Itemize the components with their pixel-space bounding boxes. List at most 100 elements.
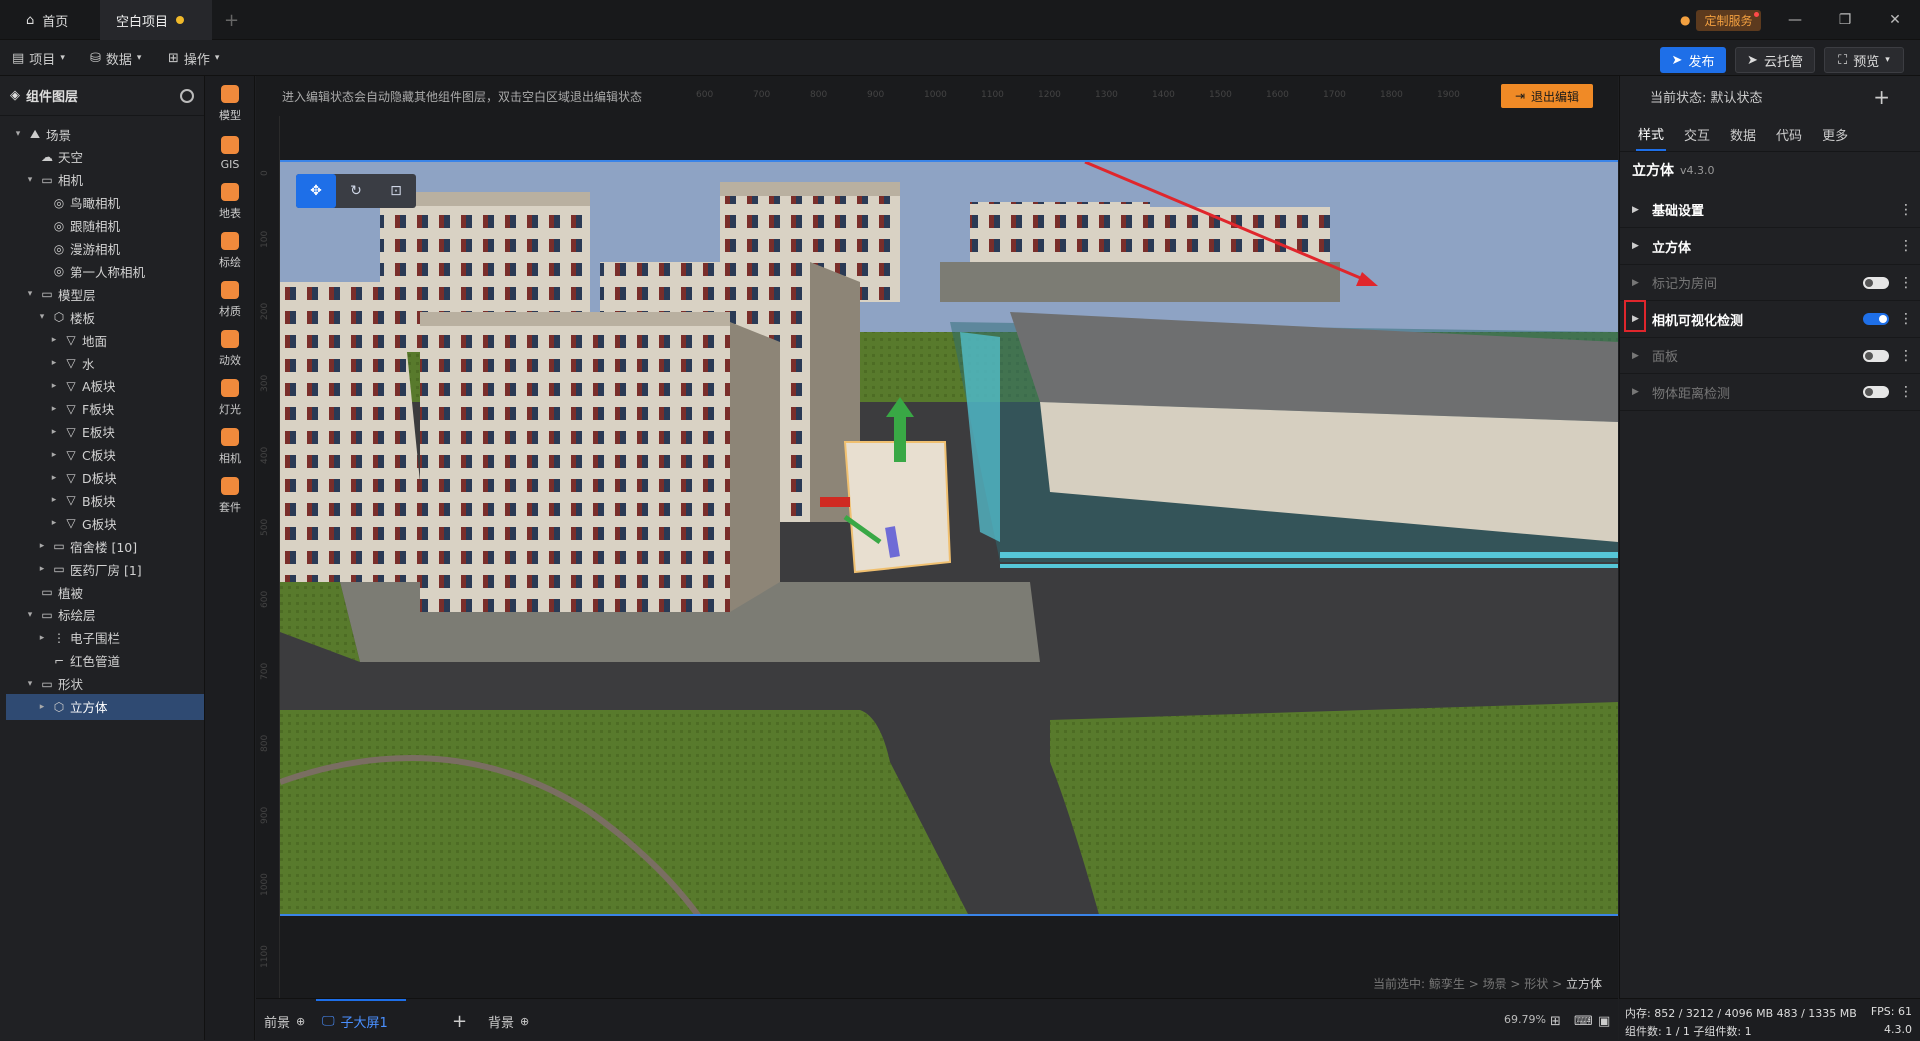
tool-item[interactable]: GIS: [205, 125, 255, 181]
property-section[interactable]: ▶ 面板 ⋮: [1620, 338, 1920, 374]
fullscreen-icon: ⛶: [1838, 52, 1848, 68]
property-section[interactable]: ▶ 物体距离检测 ⋮: [1620, 375, 1920, 411]
caret-right-icon[interactable]: ▶: [1632, 241, 1642, 251]
move-icon[interactable]: ✥: [296, 174, 336, 208]
more-icon[interactable]: ⋮: [1899, 384, 1913, 400]
caret-right-icon[interactable]: ▸: [48, 404, 60, 414]
caret-down-icon[interactable]: ▾: [12, 129, 24, 139]
property-section[interactable]: ▶ 基础设置 ⋮: [1620, 192, 1920, 228]
cloud-host-button[interactable]: ➤ 云托管: [1735, 47, 1815, 73]
preview-button[interactable]: ⛶ 预览 ▾: [1824, 47, 1904, 73]
tab-home[interactable]: ⌂ 首页: [10, 0, 110, 40]
add-circle-icon[interactable]: ⊕: [520, 1015, 529, 1028]
caret-right-icon[interactable]: ▸: [48, 358, 60, 368]
new-tab-button[interactable]: +: [212, 0, 252, 40]
tab-project[interactable]: 空白项目: [100, 0, 212, 40]
caret-right-icon[interactable]: ▸: [36, 564, 48, 574]
tool-item[interactable]: 套件: [205, 468, 255, 524]
more-icon[interactable]: ⋮: [1899, 275, 1913, 291]
caret-right-icon[interactable]: ▶: [1632, 278, 1642, 288]
caret-right-icon[interactable]: ▸: [48, 495, 60, 505]
tool-item[interactable]: 模型: [205, 76, 255, 132]
tab-sub-screen-label: 子大屏1: [340, 1015, 388, 1031]
exit-icon: ⇥: [1514, 89, 1526, 103]
property-section[interactable]: ▶ 标记为房间 ⋮: [1620, 265, 1920, 301]
camera-icon: ◎: [53, 241, 65, 256]
menu-data[interactable]: ⛁ 数据 ▾: [90, 48, 141, 68]
layer-item[interactable]: ▸ ⬡ 立方体: [6, 693, 204, 720]
terminal-icon[interactable]: ▣: [1598, 1009, 1610, 1033]
more-icon[interactable]: ⋮: [1899, 311, 1913, 327]
property-tabs: 样式 交互 数据 代码 更多: [1620, 116, 1920, 152]
add-circle-icon[interactable]: ⊕: [296, 1015, 305, 1028]
tab-data[interactable]: 数据: [1728, 117, 1758, 151]
minimize-icon[interactable]: —: [1785, 10, 1805, 30]
state-label[interactable]: 当前状态: 默认状态: [1650, 87, 1763, 106]
property-section[interactable]: ▶ 立方体 ⋮: [1620, 229, 1920, 265]
caret-right-icon[interactable]: ▶: [1632, 387, 1642, 397]
tab-style[interactable]: 样式: [1636, 117, 1667, 151]
caret-right-icon[interactable]: ▶: [1632, 351, 1642, 361]
caret-right-icon[interactable]: ▸: [48, 518, 60, 528]
caret-down-icon[interactable]: ▾: [24, 610, 36, 620]
tool-item[interactable]: 相机: [205, 419, 255, 475]
fit-icon[interactable]: ⊞: [1550, 1009, 1561, 1033]
section-toggle[interactable]: [1863, 349, 1889, 362]
publish-button[interactable]: ➤ 发布: [1660, 47, 1726, 73]
tool-item[interactable]: 灯光: [205, 370, 255, 426]
section-label: 物体距离检测: [1652, 386, 1731, 402]
canvas-area[interactable]: 进入编辑状态会自动隐藏其他组件图层，双击空白区域退出编辑状态 600 700 800…: [256, 76, 1618, 998]
close-icon[interactable]: ✕: [1885, 10, 1905, 30]
tab-interaction[interactable]: 交互: [1682, 117, 1712, 151]
tool-item[interactable]: 标绘: [205, 223, 255, 279]
menu-project[interactable]: ▤ 项目 ▾: [12, 48, 65, 68]
model-icon: ▽: [66, 470, 76, 485]
keyboard-icon[interactable]: ⌨: [1574, 1009, 1593, 1033]
tab-foreground[interactable]: 前景 ⊕: [264, 1009, 305, 1033]
rotate-icon[interactable]: ↻: [336, 174, 376, 208]
layer-item-label: G板块: [82, 516, 117, 532]
section-toggle[interactable]: [1863, 386, 1889, 398]
menu-operate[interactable]: ⊞ 操作 ▾: [168, 48, 219, 68]
tab-more[interactable]: 更多: [1820, 117, 1850, 151]
cloud-host-label: 云托管: [1763, 54, 1803, 70]
scale-icon[interactable]: ⊡: [376, 174, 416, 208]
3d-viewport[interactable]: [280, 160, 1618, 916]
more-icon[interactable]: ⋮: [1899, 238, 1913, 254]
caret-right-icon[interactable]: ▸: [48, 427, 60, 437]
camera-icon: ◎: [53, 218, 65, 233]
caret-right-icon[interactable]: ▸: [48, 450, 60, 460]
tab-background[interactable]: 背景 ⊕: [488, 1009, 529, 1033]
tool-item[interactable]: 材质: [205, 272, 255, 328]
custom-service[interactable]: ● 定制服务: [1680, 8, 1761, 32]
caret-right-icon[interactable]: ▸: [36, 633, 48, 643]
restore-icon[interactable]: ❐: [1835, 10, 1855, 30]
tab-code[interactable]: 代码: [1774, 117, 1804, 151]
add-state-icon[interactable]: +: [1873, 85, 1890, 109]
caret-down-icon[interactable]: ▾: [24, 289, 36, 299]
caret-right-icon[interactable]: ▸: [36, 702, 48, 712]
section-toggle[interactable]: [1863, 313, 1889, 325]
exit-edit-button[interactable]: ⇥ 退出编辑: [1501, 84, 1593, 108]
add-screen-button[interactable]: +: [452, 1009, 467, 1033]
tool-icon: [221, 477, 239, 495]
layer-item-label: 鸟瞰相机: [70, 196, 121, 212]
tool-item[interactable]: 动效: [205, 321, 255, 377]
search-icon[interactable]: [180, 88, 194, 103]
caret-right-icon[interactable]: ▸: [48, 473, 60, 483]
caret-down-icon[interactable]: ▾: [24, 175, 36, 185]
caret-right-icon[interactable]: ▸: [36, 541, 48, 551]
caret-down-icon[interactable]: ▾: [36, 312, 48, 322]
caret-down-icon[interactable]: ▾: [24, 679, 36, 689]
caret-right-icon[interactable]: ▶: [1632, 205, 1642, 215]
chevron-down-icon: ▾: [136, 53, 142, 63]
tool-item[interactable]: 地表: [205, 174, 255, 230]
tab-sub-screen[interactable]: 🖵 子大屏1: [316, 999, 406, 1041]
more-icon[interactable]: ⋮: [1899, 348, 1913, 364]
caret-right-icon[interactable]: ▸: [48, 381, 60, 391]
section-toggle[interactable]: [1863, 276, 1889, 289]
more-icon[interactable]: ⋮: [1899, 202, 1913, 218]
caret-right-icon[interactable]: ▸: [48, 335, 60, 345]
tool-icon: [221, 379, 239, 397]
property-section[interactable]: ▶ 相机可视化检测 ⋮: [1620, 302, 1920, 338]
